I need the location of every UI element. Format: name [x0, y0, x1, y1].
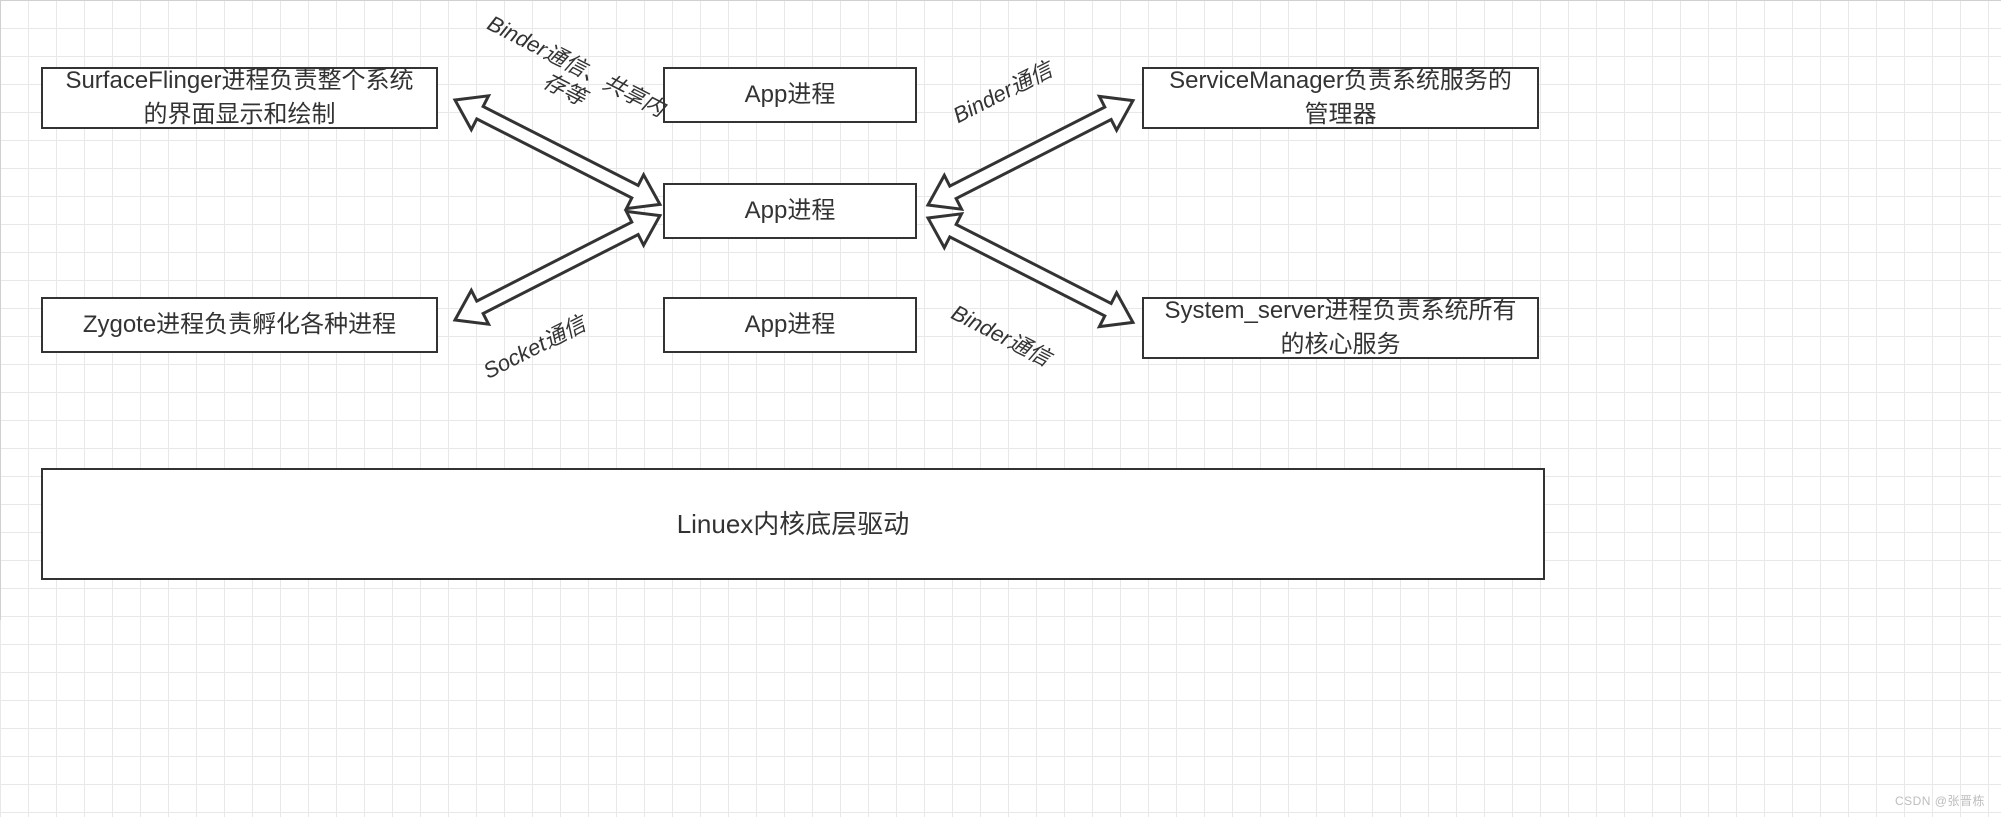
arrow-sf-apps — [0, 0, 2001, 817]
watermark: CSDN @张晋栋 — [1895, 792, 1985, 809]
